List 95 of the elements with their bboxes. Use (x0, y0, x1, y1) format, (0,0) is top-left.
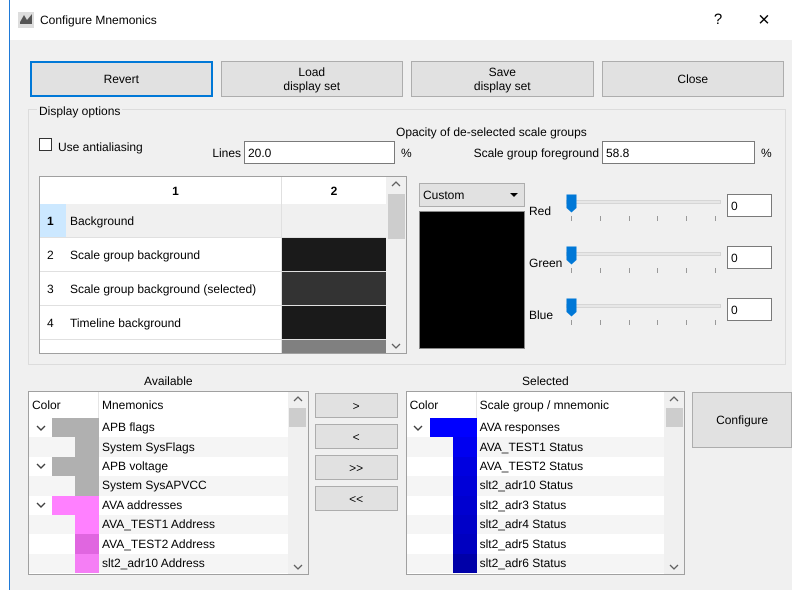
input-field[interactable]: 20.0 (244, 141, 395, 164)
color-swatch[interactable] (282, 306, 386, 339)
chevron-icon[interactable] (36, 424, 46, 432)
list-row[interactable]: AVA addresses (29, 496, 288, 515)
scrollbar-thumb[interactable] (388, 194, 404, 239)
list-row[interactable]: slt2_adr5 Status (406, 534, 664, 554)
input-field[interactable]: 58.8 (602, 141, 755, 164)
scrollbar[interactable] (386, 177, 406, 353)
field-label: Scale group foreground (472, 144, 599, 162)
unit-label: % (761, 144, 773, 162)
column-header: Mnemonics (101, 397, 164, 414)
unit-label: % (401, 144, 413, 162)
mnemonic-label: AVA_TEST2 Address (101, 536, 215, 552)
value-field[interactable]: 0 (727, 194, 772, 217)
list-row[interactable]: slt2_adr10 Address (29, 554, 288, 574)
mnemonic-label: slt2_adr4 Status (478, 517, 566, 532)
channel-label: Green (529, 255, 564, 272)
chevron-icon[interactable] (413, 424, 424, 432)
list-title: Available (143, 373, 194, 390)
scroll-up-icon[interactable] (292, 395, 303, 403)
channel-label: Red (529, 203, 552, 220)
scroll-down-icon[interactable] (669, 563, 680, 571)
window-title: Configure Mnemonics (40, 12, 158, 29)
slider-thumb[interactable] (566, 246, 577, 265)
slider[interactable] (566, 298, 721, 324)
dropdown-arrow-icon (510, 193, 518, 197)
mnemonic-label: APB flags (101, 420, 155, 436)
column-header: Scale group / mnemonic (478, 397, 609, 414)
mnemonic-label: slt2_adr10 Status (478, 478, 573, 494)
color-swatch[interactable] (282, 272, 386, 305)
scroll-down-icon[interactable] (391, 342, 401, 350)
mnemonic-label: AVA_TEST1 Address (101, 517, 215, 532)
table-cell: Background (66, 204, 282, 237)
color-swatch[interactable] (282, 238, 386, 271)
dialog-button[interactable]: Load display set (220, 61, 404, 97)
transfer-button[interactable]: > (314, 393, 398, 418)
list-row[interactable]: AVA responses (406, 418, 664, 438)
help-button[interactable]: ? (698, 8, 738, 32)
list-row[interactable]: System SysFlags (29, 437, 288, 457)
mnemonic-label: slt2_adr5 Status (478, 536, 566, 552)
list-row[interactable]: slt2_adr10 Status (406, 476, 664, 496)
scrollbar[interactable] (664, 392, 684, 574)
list-row[interactable]: slt2_adr4 Status (406, 514, 664, 534)
field-label: Lines (211, 144, 241, 162)
list-title: Selected (521, 373, 570, 390)
configure-button[interactable]: Configure (692, 392, 792, 448)
value-field[interactable]: 0 (727, 246, 772, 269)
list-row[interactable]: APB flags (29, 418, 288, 438)
list-row[interactable]: AVA_TEST1 Address (29, 514, 288, 534)
list-row[interactable]: System SysAPVCC (29, 476, 288, 496)
mnemonic-label: AVA addresses (101, 498, 182, 513)
dialog-button[interactable]: Close (602, 61, 784, 97)
scrollbar[interactable] (288, 392, 308, 574)
value-field[interactable]: 0 (727, 298, 772, 321)
dialog-button[interactable]: Save display set (411, 61, 594, 97)
scrollbar-thumb[interactable] (666, 408, 683, 427)
mnemonic-label: AVA_TEST1 Status (478, 440, 584, 455)
slider-thumb[interactable] (566, 194, 577, 213)
chevron-icon[interactable] (36, 462, 46, 470)
mnemonic-label: AVA_TEST2 Status (478, 458, 584, 474)
transfer-button[interactable]: << (314, 486, 398, 511)
scroll-down-icon[interactable] (292, 563, 303, 571)
app-icon (18, 12, 34, 28)
scrollbar-thumb[interactable] (289, 408, 306, 427)
chevron-icon[interactable] (36, 501, 46, 510)
dialog-button[interactable]: Revert (30, 61, 213, 97)
list-row[interactable]: slt2_adr3 Status (406, 496, 664, 515)
mnemonic-label: slt2_adr10 Address (101, 556, 205, 571)
list-row[interactable]: APB voltage (29, 456, 288, 476)
channel-label: Blue (529, 307, 554, 324)
transfer-button[interactable]: >> (314, 455, 398, 480)
list-row[interactable]: slt2_adr6 Status (406, 554, 664, 574)
mnemonic-label: System SysFlags (101, 440, 195, 455)
list-row[interactable]: AVA_TEST1 Status (406, 437, 664, 457)
column-header: 2 (330, 182, 338, 200)
row-header[interactable]: 1 (40, 204, 66, 237)
preset-dropdown[interactable]: Custom (419, 183, 525, 207)
mnemonic-label: AVA responses (478, 420, 560, 436)
checkbox-label: Use antialiasing (58, 139, 143, 156)
opacity-label: Opacity of de-selected scale groups (396, 124, 588, 139)
color-swatch[interactable] (282, 204, 386, 237)
slider[interactable] (566, 246, 721, 272)
mnemonic-label: slt2_adr3 Status (478, 498, 566, 513)
slider[interactable] (566, 194, 721, 220)
list-row[interactable]: AVA_TEST2 Status (406, 456, 664, 476)
slider-thumb[interactable] (566, 298, 577, 317)
scroll-up-icon[interactable] (391, 180, 401, 188)
transfer-button[interactable]: < (314, 424, 398, 449)
scroll-up-icon[interactable] (669, 395, 680, 403)
mnemonic-label: System SysAPVCC (101, 478, 207, 494)
list-row[interactable]: AVA_TEST2 Address (29, 534, 288, 554)
mnemonic-label: slt2_adr6 Status (478, 556, 566, 571)
checkbox[interactable] (39, 138, 52, 151)
mnemonic-label: APB voltage (101, 458, 168, 474)
close-button[interactable]: × (744, 5, 784, 35)
